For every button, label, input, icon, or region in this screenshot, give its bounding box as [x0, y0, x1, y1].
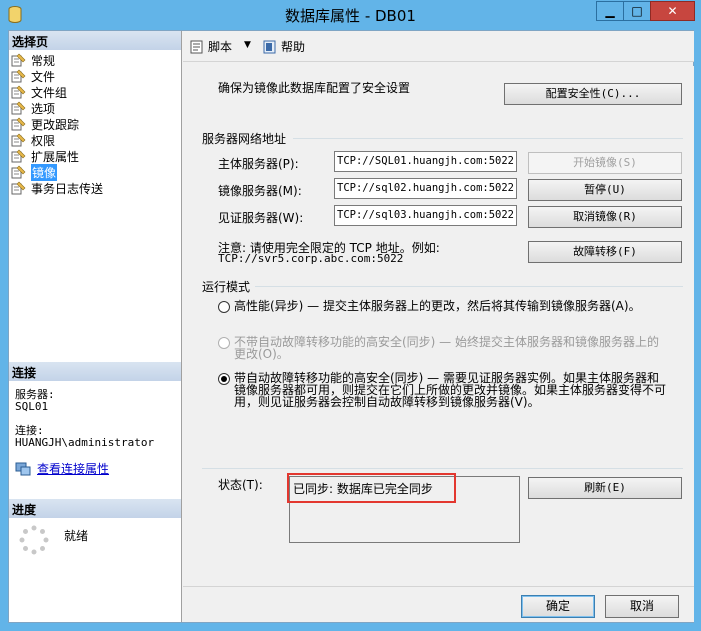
progress-area: 就绪 [19, 525, 88, 555]
connection-header: 连接 [9, 362, 181, 381]
select-page-header: 选择页 [9, 31, 181, 50]
page-item-label: 常规 [31, 53, 56, 68]
mirror-server-label: 镜像服务器(M): [218, 184, 302, 198]
operating-mode-title: 运行模式 [202, 280, 251, 294]
witness-server-input[interactable]: TCP://sql03.huangjh.com:5022 [334, 205, 517, 226]
dialog-client-area: 选择页 常规 文件 文件组 选项 更改跟踪 权限 扩展属性 镜像 事务日志传送 连接 服务器: … [8, 30, 694, 623]
script-dropdown-icon[interactable]: ▼ [244, 40, 251, 50]
page-item[interactable]: 选项 [11, 100, 103, 116]
dialog-button-bar: 确定 取消 [183, 586, 694, 622]
page-item[interactable]: 更改跟踪 [11, 116, 103, 132]
page-item-label: 更改跟踪 [31, 117, 80, 132]
failover-button[interactable]: 故障转移(F) [528, 241, 682, 263]
principal-server-label: 主体服务器(P): [218, 157, 299, 171]
security-instruction: 确保为镜像此数据库配置了安全设置 [218, 81, 411, 95]
progress-status: 就绪 [64, 529, 89, 543]
connection-properties-icon [15, 462, 31, 475]
cancel-button[interactable]: 取消 [605, 595, 679, 618]
configure-security-button[interactable]: 配置安全性(C)... [504, 83, 682, 105]
view-connection-properties[interactable]: 查看连接属性 [15, 460, 109, 477]
high-safety-auto-failover-radio[interactable] [218, 373, 230, 385]
page-item[interactable]: 扩展属性 [11, 148, 103, 164]
remove-mirroring-button[interactable]: 取消镜像(R) [528, 206, 682, 228]
page-item-label: 文件 [31, 69, 56, 84]
page-icon [11, 85, 26, 99]
page-item-label: 扩展属性 [31, 149, 80, 164]
refresh-button[interactable]: 刷新(E) [528, 477, 682, 499]
progress-header: 进度 [9, 499, 181, 518]
page-item[interactable]: 文件组 [11, 84, 103, 100]
high-safety-no-failover-label[interactable]: 不带自动故障转移功能的高安全(同步) — 始终提交主体服务器和镜像服务器上的 更… [234, 336, 659, 360]
page-icon [11, 53, 26, 67]
page-icon [11, 69, 26, 83]
view-connection-link[interactable]: 查看连接属性 [37, 460, 109, 477]
maximize-button[interactable]: □ [623, 1, 650, 21]
page-icon [11, 181, 26, 195]
page-item-label: 文件组 [31, 85, 68, 100]
annotation-highlight [287, 473, 456, 503]
page-icon [11, 149, 26, 163]
principal-server-input[interactable]: TCP://SQL01.huangjh.com:5022 [334, 151, 517, 172]
help-label: 帮助 [281, 40, 306, 54]
toolbar: 脚本 ▼ 帮助 [183, 31, 694, 62]
pause-button[interactable]: 暂停(U) [528, 179, 682, 201]
script-label: 脚本 [208, 40, 233, 54]
page-icon [11, 133, 26, 147]
page-item[interactable]: 常规 [11, 52, 103, 68]
high-performance-radio[interactable] [218, 301, 230, 313]
page-icon [11, 101, 26, 115]
ok-button[interactable]: 确定 [521, 595, 595, 618]
server-value: SQL01 [15, 400, 49, 413]
progress-spinner-icon [19, 525, 49, 555]
high-safety-no-failover-radio[interactable] [218, 337, 230, 349]
network-group-title: 服务器网络地址 [202, 132, 287, 146]
page-item-label: 事务日志传送 [31, 181, 104, 196]
option-text-line: 更改(O)。 [234, 347, 289, 361]
page-item-label: 权限 [31, 133, 56, 148]
script-icon [190, 40, 203, 53]
start-mirroring-button[interactable]: 开始镜像(S) [528, 152, 682, 174]
title-bar[interactable]: 数据库属性 - DB01 ▁ □ ✕ [0, 0, 701, 30]
script-button[interactable]: 脚本 [189, 38, 232, 55]
connection-info: 服务器: SQL01 连接: HUANGJH\administrator [15, 389, 154, 449]
address-note-line2: TCP://svr5.corp.abc.com:5022 [218, 252, 404, 265]
connection-value: HUANGJH\administrator [15, 436, 155, 449]
status-label: 状态(T): [218, 478, 263, 492]
page-item-label: 镜像 [31, 163, 58, 181]
help-icon [263, 40, 276, 53]
high-performance-label[interactable]: 高性能(异步) — 提交主体服务器上的更改，然后将其传输到镜像服务器(A)。 [234, 300, 641, 312]
left-panel: 选择页 常规 文件 文件组 选项 更改跟踪 权限 扩展属性 镜像 事务日志传送 连接 服务器: … [9, 31, 182, 622]
page-item[interactable]: 权限 [11, 132, 103, 148]
group-divider [255, 286, 683, 287]
dialog-window: 数据库属性 - DB01 ▁ □ ✕ 选择页 常规 文件 文件组 选项 更改跟踪 权限 扩展… [0, 0, 701, 631]
help-button[interactable]: 帮助 [262, 38, 305, 55]
mirror-server-input[interactable]: TCP://sql02.huangjh.com:5022 [334, 178, 517, 199]
page-item[interactable]: 文件 [11, 68, 103, 84]
page-item[interactable]: 事务日志传送 [11, 180, 103, 196]
minimize-button[interactable]: ▁ [596, 1, 623, 21]
mirroring-page: 确保为镜像此数据库配置了安全设置 配置安全性(C)... 服务器网络地址 主体服… [183, 66, 694, 586]
close-button[interactable]: ✕ [650, 1, 695, 21]
witness-server-label: 见证服务器(W): [218, 211, 304, 225]
group-divider [293, 138, 683, 139]
page-item-label: 选项 [31, 101, 56, 116]
page-icon [11, 117, 26, 131]
page-icon [11, 165, 26, 179]
page-list: 常规 文件 文件组 选项 更改跟踪 权限 扩展属性 镜像 事务日志传送 [11, 52, 103, 196]
high-safety-auto-failover-label[interactable]: 带自动故障转移功能的高安全(同步) — 需要见证服务器实例。如果主体服务器和 镜… [234, 372, 666, 408]
page-item[interactable]: 镜像 [11, 163, 103, 181]
status-divider [202, 468, 683, 469]
option-text-line: 用，则见证服务器会控制自动故障转移到镜像服务器(V)。 [234, 395, 540, 409]
option-text-line: 不带自动故障转移功能的高安全(同步) — 始终提交主体服务器和镜像服务器上的 [234, 335, 659, 349]
